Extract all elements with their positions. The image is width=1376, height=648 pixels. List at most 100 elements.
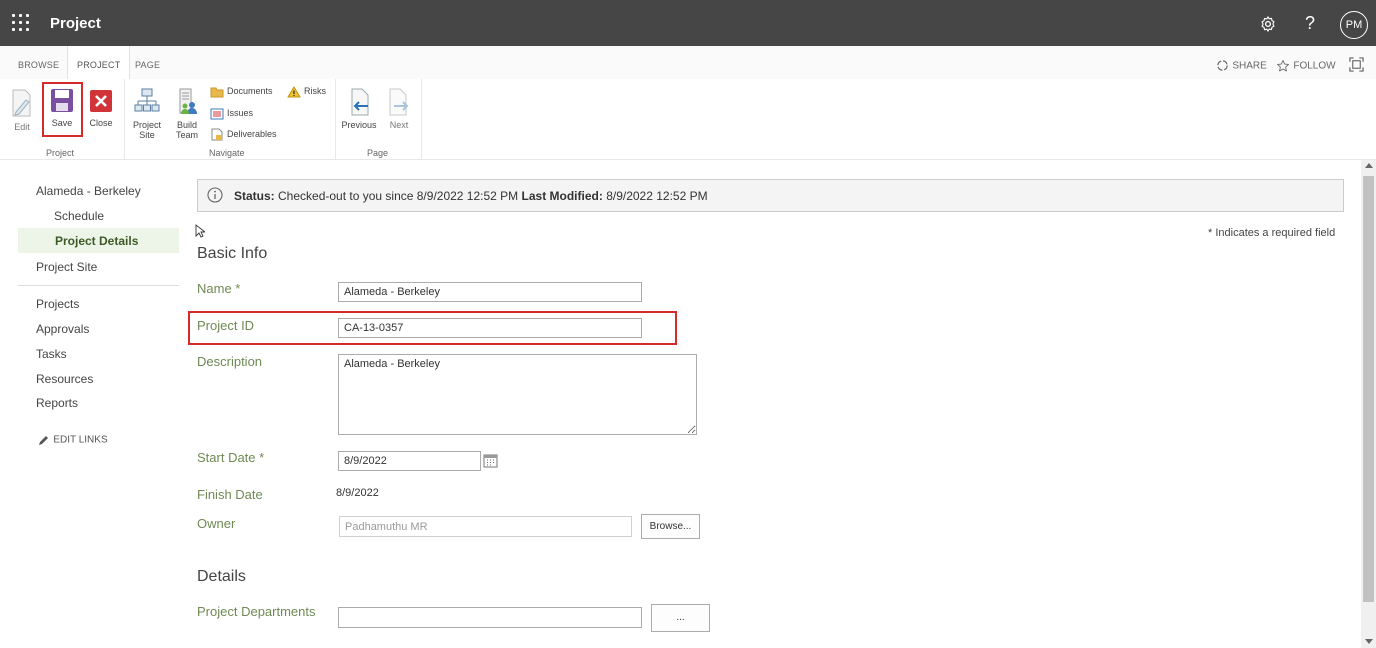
group-label-navigate: Navigate: [209, 148, 245, 158]
previous-page-icon: [351, 88, 369, 116]
save-button[interactable]: Save: [45, 88, 79, 128]
documents-label: Documents: [227, 86, 273, 96]
owner-input[interactable]: [339, 516, 632, 537]
nav-item-tasks[interactable]: Tasks: [36, 347, 67, 361]
save-label: Save: [51, 118, 73, 128]
group-divider: [124, 79, 125, 159]
scroll-down-arrow-icon[interactable]: [1365, 639, 1373, 644]
risks-button[interactable]: Risks: [287, 84, 326, 98]
scroll-up-arrow-icon[interactable]: [1365, 163, 1373, 168]
issues-label: Issues: [227, 108, 254, 118]
required-field-note: * Indicates a required field: [1208, 227, 1336, 239]
gear-icon[interactable]: [1259, 15, 1277, 33]
finish-date-value: 8/9/2022: [336, 487, 379, 499]
group-divider: [421, 79, 422, 159]
deliverables-label: Deliverables: [227, 129, 277, 139]
next-label: Next: [389, 120, 409, 130]
nav-item-resources[interactable]: Resources: [36, 372, 93, 386]
project-id-label: Project ID: [197, 318, 255, 333]
edit-label: Edit: [14, 122, 30, 132]
edit-button[interactable]: Edit: [8, 88, 36, 132]
nav-item-reports[interactable]: Reports: [36, 396, 78, 410]
name-label: Name *: [197, 281, 241, 296]
section-basic-info: Basic Info: [197, 245, 268, 262]
app-launcher-icon[interactable]: [12, 14, 30, 32]
save-icon: [51, 89, 73, 112]
next-page-icon: [389, 88, 409, 116]
edit-icon: [12, 89, 31, 117]
edit-links-label: EDIT LINKS: [53, 434, 108, 446]
status-label: Status:: [234, 189, 275, 203]
deliverables-button[interactable]: Deliverables: [210, 127, 277, 141]
nav-item-project-details[interactable]: Project Details: [55, 234, 138, 248]
deliverables-icon: [211, 128, 223, 141]
name-input[interactable]: [338, 282, 642, 302]
project-site-label-1: Project: [132, 120, 161, 130]
star-icon: [1277, 59, 1289, 72]
app-title[interactable]: Project: [50, 15, 101, 32]
ribbon-tab-row: BROWSE PROJECT PAGE SHARE FOLLOW: [0, 46, 1376, 80]
finish-date-label: Finish Date: [197, 487, 263, 502]
folder-icon: [210, 87, 224, 98]
calendar-icon[interactable]: [483, 453, 498, 468]
ribbon: Edit Save Close Project Project Site Bui…: [0, 79, 1376, 160]
last-modified-value: 8/9/2022 12:52 PM: [606, 189, 708, 203]
pencil-icon: [39, 435, 48, 445]
nav-item-approvals[interactable]: Approvals: [36, 322, 89, 336]
project-site-button[interactable]: Project Site: [130, 88, 164, 140]
build-team-button[interactable]: Build Team: [171, 88, 203, 140]
team-icon: [179, 88, 197, 114]
scrollbar-thumb[interactable]: [1363, 176, 1374, 602]
info-icon: [207, 187, 223, 203]
share-label: SHARE: [1232, 60, 1267, 72]
close-button[interactable]: Close: [86, 88, 116, 128]
edit-links-button[interactable]: EDIT LINKS: [38, 432, 108, 446]
close-icon: [90, 90, 112, 112]
project-site-label-2: Site: [139, 130, 155, 140]
browse-button[interactable]: Browse...: [641, 514, 700, 539]
build-team-label-2: Team: [175, 130, 198, 140]
tab-browse[interactable]: BROWSE: [9, 46, 68, 79]
nav-item-schedule[interactable]: Schedule: [54, 209, 104, 223]
start-date-label: Start Date *: [197, 450, 265, 465]
nav-divider: [18, 285, 179, 286]
group-label-project: Project: [46, 148, 75, 158]
next-button[interactable]: Next: [385, 88, 413, 130]
issues-list-icon: [210, 108, 224, 120]
warning-icon: [287, 85, 301, 98]
status-text: Status: Checked-out to you since 8/9/202…: [234, 189, 708, 203]
tab-project[interactable]: PROJECT: [67, 46, 131, 80]
risks-label: Risks: [304, 86, 326, 96]
nav-item-project-site[interactable]: Project Site: [36, 260, 97, 274]
follow-link[interactable]: FOLLOW: [1276, 58, 1336, 73]
focus-mode-icon[interactable]: [1349, 57, 1364, 72]
start-date-input[interactable]: [338, 451, 481, 471]
share-link[interactable]: SHARE: [1216, 58, 1267, 72]
nav-item-project-name[interactable]: Alameda - Berkeley: [36, 184, 141, 198]
previous-label: Previous: [341, 120, 377, 130]
last-modified-label: Last Modified:: [521, 189, 603, 203]
follow-label: FOLLOW: [1293, 60, 1336, 72]
avatar[interactable]: PM: [1340, 11, 1368, 39]
project-departments-input[interactable]: [338, 607, 642, 628]
owner-label: Owner: [197, 516, 236, 531]
tab-page[interactable]: PAGE: [126, 46, 169, 79]
status-bar: Status: Checked-out to you since 8/9/202…: [197, 179, 1344, 212]
project-departments-label: Project Departments: [197, 604, 316, 619]
group-label-page: Page: [367, 148, 389, 158]
issues-button[interactable]: Issues: [210, 106, 253, 120]
documents-button[interactable]: Documents: [210, 84, 273, 98]
mouse-cursor-icon: [195, 224, 205, 238]
share-icon: [1217, 60, 1228, 72]
description-label: Description: [197, 354, 263, 369]
project-id-input[interactable]: [338, 318, 642, 338]
build-team-label-1: Build: [176, 120, 197, 130]
group-divider: [335, 79, 336, 159]
help-icon[interactable]: ?: [1305, 13, 1315, 34]
departments-picker-button[interactable]: ...: [651, 604, 710, 632]
suite-bar: Project ? PM: [0, 0, 1376, 46]
description-textarea[interactable]: Alameda - Berkeley: [338, 354, 697, 435]
nav-item-projects[interactable]: Projects: [36, 297, 79, 311]
section-details: Details: [197, 568, 246, 585]
previous-button[interactable]: Previous: [340, 88, 378, 130]
